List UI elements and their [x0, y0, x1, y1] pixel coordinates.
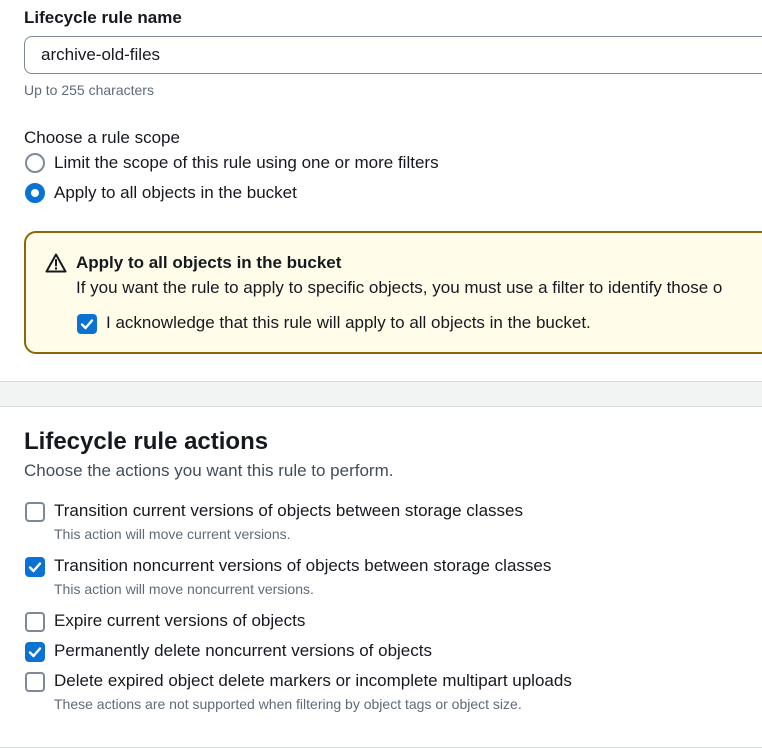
scope-filter-label[interactable]: Limit the scope of this rule using one o…	[54, 153, 439, 173]
acknowledge-checkbox[interactable]	[77, 314, 97, 334]
action-transition-noncurrent-checkbox[interactable]	[25, 557, 45, 577]
check-icon	[28, 562, 42, 573]
actions-description: Choose the actions you want this rule to…	[24, 461, 394, 480]
action-transition-current-label[interactable]: Transition current versions of objects b…	[54, 501, 523, 521]
check-icon	[28, 647, 42, 658]
action-expire-current-checkbox[interactable]	[25, 612, 45, 632]
scope-all-objects-radio[interactable]	[25, 183, 45, 203]
action-transition-current-hint: This action will move current versions.	[54, 526, 291, 542]
action-expire-current-label[interactable]: Expire current versions of objects	[54, 611, 305, 631]
action-delete-markers-checkbox[interactable]	[25, 672, 45, 692]
action-delete-markers-label[interactable]: Delete expired object delete markers or …	[54, 671, 572, 691]
rule-name-hint: Up to 255 characters	[24, 82, 154, 98]
warning-alert: Apply to all objects in the bucket If yo…	[24, 231, 762, 354]
rule-name-label: Lifecycle rule name	[24, 8, 182, 27]
action-delete-markers-hint: These actions are not supported when fil…	[54, 696, 522, 712]
acknowledge-label[interactable]: I acknowledge that this rule will apply …	[106, 313, 591, 333]
warning-message: If you want the rule to apply to specifi…	[76, 278, 723, 297]
action-delete-noncurrent-label[interactable]: Permanently delete noncurrent versions o…	[54, 641, 432, 661]
warning-icon	[45, 253, 67, 273]
check-icon	[80, 319, 94, 330]
action-transition-current-checkbox[interactable]	[25, 502, 45, 522]
action-delete-noncurrent-checkbox[interactable]	[25, 642, 45, 662]
action-transition-noncurrent-hint: This action will move noncurrent version…	[54, 581, 314, 597]
rule-scope-label: Choose a rule scope	[24, 128, 180, 147]
scope-all-objects-label[interactable]: Apply to all objects in the bucket	[54, 183, 297, 203]
actions-title: Lifecycle rule actions	[24, 428, 269, 455]
warning-title: Apply to all objects in the bucket	[76, 253, 342, 272]
rule-name-input[interactable]	[24, 36, 762, 74]
scope-filter-radio[interactable]	[25, 153, 45, 173]
action-transition-noncurrent-label[interactable]: Transition noncurrent versions of object…	[54, 556, 551, 576]
